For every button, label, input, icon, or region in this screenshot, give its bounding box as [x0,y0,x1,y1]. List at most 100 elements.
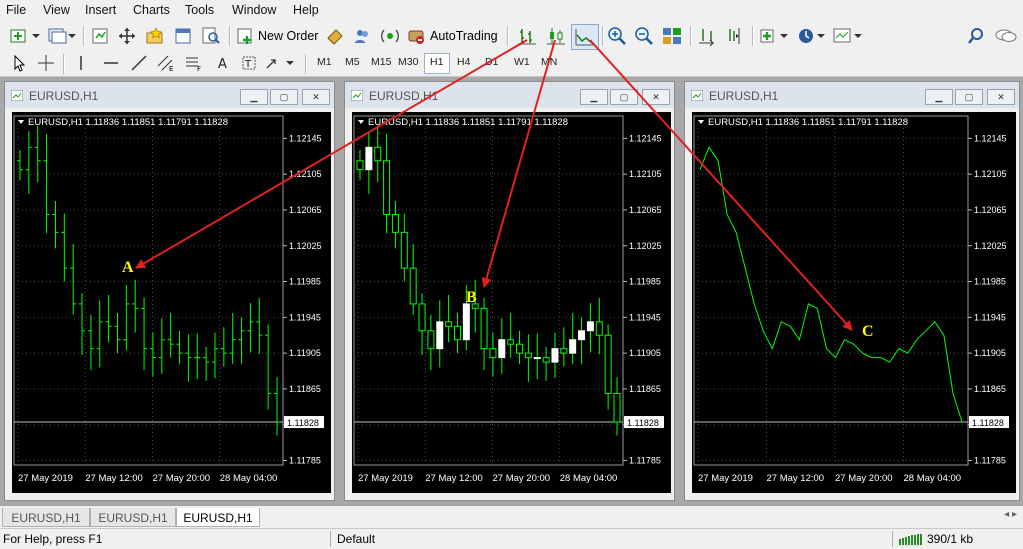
vertical-line-icon [80,56,82,70]
text-label-button[interactable]: T [240,54,258,72]
timeframe-m15[interactable]: M15 [371,56,391,68]
fibonacci-button[interactable]: F [184,54,204,72]
maximize-button[interactable]: ▢ [610,89,638,105]
tile-windows-button[interactable] [661,26,683,46]
timeframe-w1[interactable]: W1 [514,56,530,68]
menu-window[interactable]: Window [232,3,276,17]
chart-window-titlebar[interactable]: EURUSD,H1 ▁ ▢ ✕ [5,82,334,108]
timeframe-h4[interactable]: H4 [457,56,470,68]
annotation-label-a: A [122,259,134,276]
candle-body [578,330,586,341]
y-tick-label: 1.11945 [974,312,1006,322]
y-tick-label: 1.12025 [289,241,322,251]
text-button[interactable]: A [214,54,232,72]
cursor-arrow-icon [14,54,26,72]
timeframe-mn[interactable]: MN [541,56,557,68]
y-tick-label: 1.12105 [289,169,322,179]
mql-community-button[interactable] [352,26,372,46]
favorites-button[interactable] [144,26,166,46]
cursor-button[interactable] [10,54,28,72]
chart-svg: 1.12145 1.12105 1.12065 1.12025 1.11985 1.119… [353,115,664,484]
trendline-button[interactable] [130,54,148,72]
chart-canvas[interactable]: 1.12145 1.12105 1.12065 1.12025 1.11985 1.119… [352,112,671,493]
navigator-button[interactable] [117,26,137,46]
chart-tabs: EURUSD,H1 EURUSD,H1 EURUSD,H1 ◂ ▸ [0,505,1023,528]
chart-canvas[interactable]: 1.12145 1.12105 1.12065 1.12025 1.11985 1.119… [692,112,1016,493]
indicators-button[interactable] [758,26,792,46]
templates-button[interactable] [832,26,864,46]
auto-scroll-button[interactable] [697,26,719,46]
crosshair-button[interactable] [37,54,55,72]
candle-body [356,160,364,171]
close-button[interactable]: ✕ [987,89,1015,105]
tabs-scroll-arrows[interactable]: ◂ ▸ [1004,509,1017,520]
minimize-button[interactable]: ▁ [580,89,608,105]
chart-menu-triangle-icon [698,120,704,124]
chart-window-titlebar[interactable]: EURUSD,H1 ▁ ▢ ✕ [345,82,674,108]
y-tick-label: 1.12065 [289,205,322,215]
search-button[interactable] [966,26,986,46]
maximize-button[interactable]: ▢ [270,89,298,105]
status-traffic: 390/1 kb [927,532,974,546]
timeframe-h1[interactable]: H1 [430,56,443,68]
close-button[interactable]: ✕ [642,89,670,105]
timeframe-d1[interactable]: D1 [485,56,498,68]
menu-tools[interactable]: Tools [185,3,214,17]
menu-view[interactable]: View [43,3,70,17]
minimize-button[interactable]: ▁ [240,89,268,105]
candlestick-icon [547,28,565,45]
status-divider [330,531,331,547]
chart-svg: 1.12145 1.12105 1.12065 1.12025 1.11985 1.119… [693,115,1009,484]
toolbar-separator [752,26,754,46]
menu-insert[interactable]: Insert [85,3,116,17]
minimize-button[interactable]: ▁ [925,89,953,105]
new-order-button[interactable]: New Order [236,26,322,46]
autotrading-label: AutoTrading [430,29,498,43]
profiles-button[interactable] [46,26,78,46]
metaeditor-button[interactable] [325,26,345,46]
autotrading-button[interactable]: AutoTrading [407,26,503,46]
bar-chart-button[interactable] [516,26,538,46]
chart-tab[interactable]: EURUSD,H1 [2,508,90,527]
timeframe-m5[interactable]: M5 [345,56,360,68]
menu-file[interactable]: File [6,3,26,17]
status-profile: Default [337,532,376,546]
y-tick-label: 1.11905 [289,348,321,358]
strategy-tester-button[interactable] [200,26,222,46]
close-button[interactable]: ✕ [302,89,330,105]
equidistant-channel-button[interactable]: E [156,54,176,72]
line-chart-button[interactable] [571,24,599,50]
signals-button[interactable] [379,26,401,46]
chart-tab-active[interactable]: EURUSD,H1 [176,508,260,527]
arrows-button[interactable] [264,54,296,72]
y-tick-label: 1.11985 [289,277,321,287]
x-tick-label: 28 May 04:00 [560,473,618,484]
chart-shift-button[interactable] [724,26,746,46]
periods-button[interactable] [796,26,828,46]
new-chart-button[interactable] [8,26,42,46]
market-watch-button[interactable] [90,26,110,46]
zoom-out-button[interactable] [634,26,654,46]
chart-canvas[interactable]: 1.12145 1.12105 1.12065 1.12025 1.11985 1.119… [12,112,331,493]
horizontal-line-button[interactable] [102,54,120,72]
timeframe-m30[interactable]: M30 [398,56,418,68]
y-tick-label: 1.12145 [974,133,1007,143]
maximize-button[interactable]: ▢ [955,89,983,105]
chart-window-titlebar[interactable]: EURUSD,H1 ▁ ▢ ✕ [685,82,1019,108]
candle-body [453,325,461,341]
plot-frame [693,115,969,466]
x-tick-label: 27 May 12:00 [85,473,143,484]
zoom-in-button[interactable] [607,26,627,46]
candlestick-chart-button[interactable] [545,26,567,46]
star-folder-icon [146,27,163,44]
vertical-line-button[interactable] [72,54,90,72]
chat-button[interactable] [994,26,1018,46]
terminal-button[interactable] [173,26,193,46]
chart-menu-triangle-icon [358,120,364,124]
x-tick-label: 27 May 20:00 [153,473,211,484]
clock-icon [799,29,825,43]
menu-charts[interactable]: Charts [133,3,170,17]
timeframe-m1[interactable]: M1 [317,56,332,68]
chart-tab[interactable]: EURUSD,H1 [90,508,176,527]
menu-help[interactable]: Help [293,3,319,17]
